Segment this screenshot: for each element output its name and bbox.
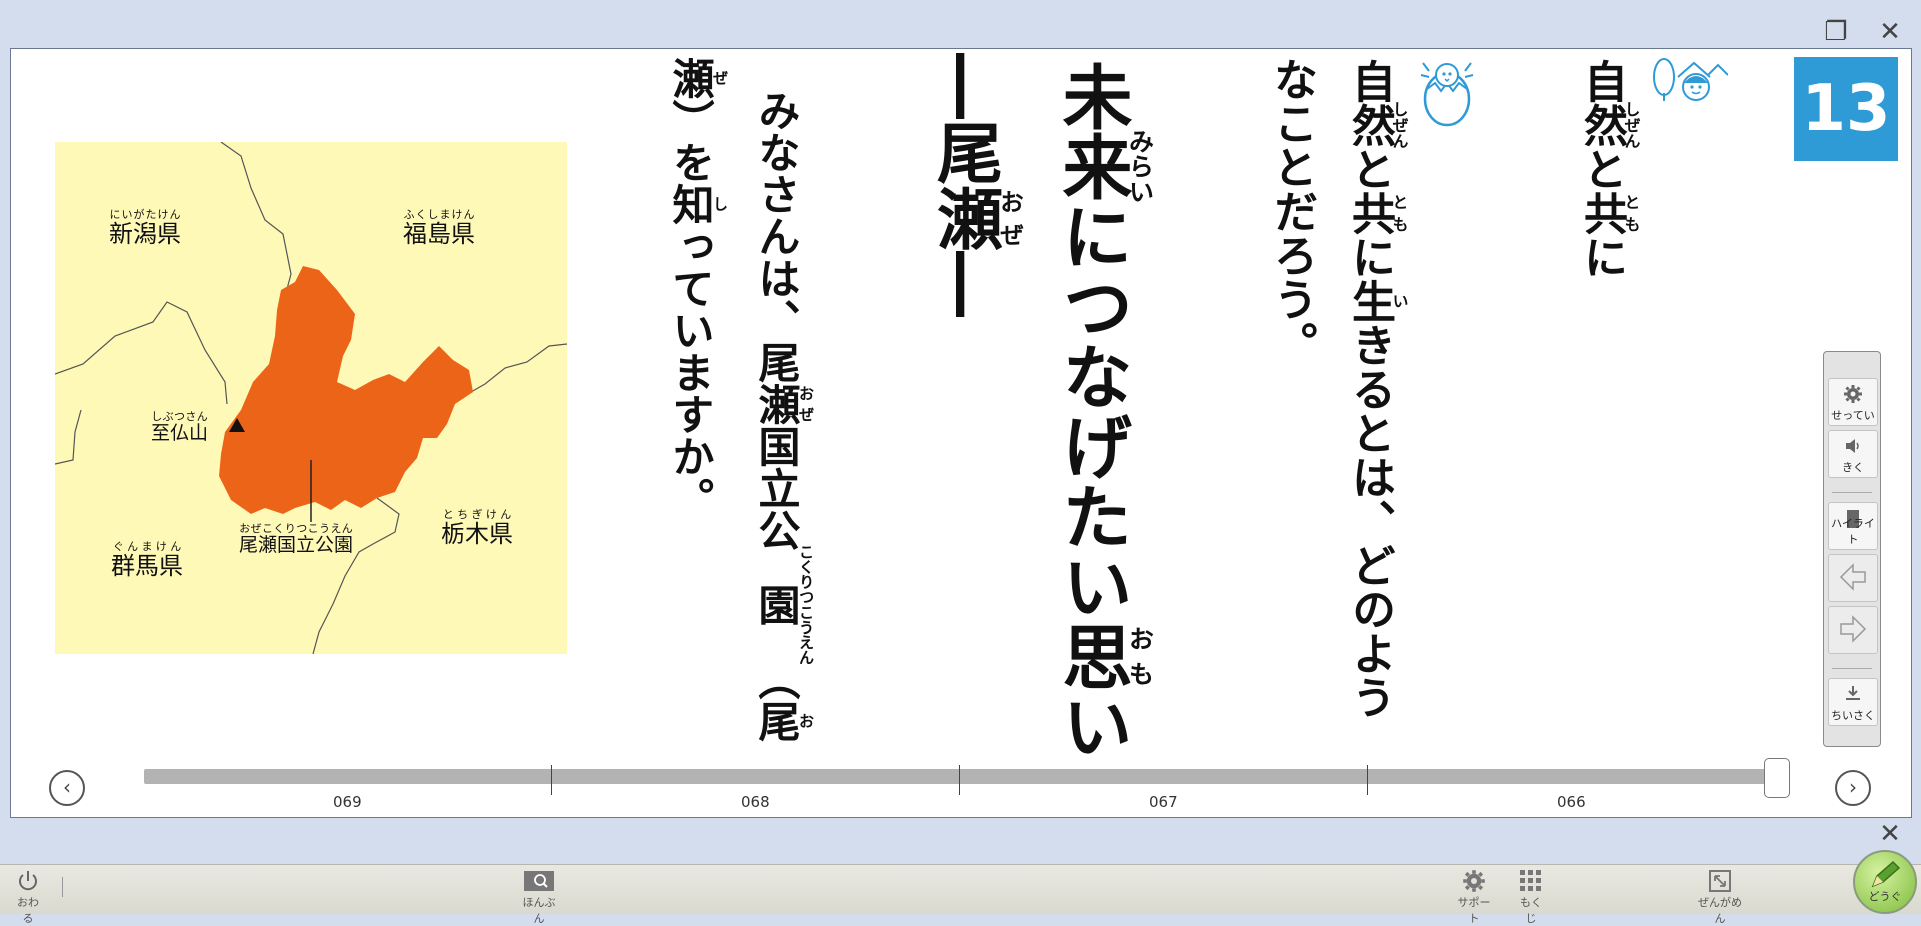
label-gunma: 群馬県ぐんまけん <box>111 540 183 580</box>
power-icon <box>19 871 37 891</box>
ruby-segment: 共とも <box>1576 191 1641 235</box>
page-slider-thumb[interactable] <box>1764 758 1790 798</box>
chevron-left-icon: ‹ <box>63 775 71 799</box>
text-segment: ）を <box>666 99 715 183</box>
tree-and-child-icon <box>1653 58 1728 101</box>
settings-button[interactable]: せってい <box>1828 378 1878 426</box>
ruby-segment: 然しぜん <box>1576 101 1641 149</box>
ruby-segment: 然しぜん <box>1344 101 1409 149</box>
honbun-button[interactable]: ほんぶん <box>518 869 560 926</box>
page-number-badge: 13 <box>1794 57 1898 161</box>
text-segment: 尾 <box>752 341 801 383</box>
text-segment: 国 <box>752 425 801 467</box>
question-line-2: なことだろう。 <box>1266 57 1317 365</box>
egg-bird-icon <box>1420 62 1474 127</box>
text-segment: きるとは、どのよう <box>1344 323 1395 719</box>
ruby-segment: 瀬おぜ <box>926 185 1024 251</box>
gear-icon <box>1463 870 1485 892</box>
page-viewer: 13 自然しぜんと共ともに 自然しぜんと共ともに生いきるとは、どのよう なことだ… <box>10 48 1912 818</box>
fullscreen-icon <box>1709 870 1731 892</box>
arrow-right-icon <box>1840 615 1867 643</box>
quit-button[interactable]: おわる <box>12 869 44 926</box>
text-segment: 立 <box>752 467 801 509</box>
next-arrow-button[interactable] <box>1828 606 1878 654</box>
ruby-segment: 瀬ぜ <box>666 57 729 99</box>
bottom-toolbar: おわる ほんぶん サポート もくじ ぜんがめん <box>0 864 1921 925</box>
slider-tick <box>1367 765 1368 795</box>
text-segment: （ <box>752 657 801 700</box>
grid-icon <box>1520 870 1541 891</box>
tick-label-068: 068 <box>741 793 770 811</box>
download-shrink-icon <box>1846 686 1860 700</box>
tick-label-069: 069 <box>333 793 362 811</box>
restore-window-button[interactable]: ❐ <box>1822 18 1850 46</box>
question-line-1: 自然しぜんと共ともに生いきるとは、どのよう <box>1344 59 1409 719</box>
text-segment: に <box>1576 235 1627 279</box>
ruby-segment: 思おも <box>1051 621 1155 691</box>
close-window-button[interactable]: ✕ <box>1876 18 1904 46</box>
text-segment: につなげたい <box>1051 201 1133 621</box>
chapter-title: 未来みらいにつなげたい思おもい <box>1051 61 1155 761</box>
slider-tick <box>551 765 552 795</box>
chevron-right-icon: › <box>1849 775 1857 799</box>
ruby-segment: 瀬おぜ <box>752 383 815 425</box>
label-shibutsu-mountain: 至仏山しぶつさん <box>151 410 209 444</box>
support-button[interactable]: サポート <box>1454 869 1494 926</box>
text-segment: 自 <box>1576 59 1627 103</box>
label-tochigi: 栃木県とちぎけん <box>441 508 513 548</box>
slider-tick <box>959 765 960 795</box>
text-segment: っていますか。 <box>666 225 715 519</box>
text-segment: と <box>1344 147 1395 191</box>
chapter-subtitle: ―尾瀬おぜ― <box>926 53 1024 317</box>
oze-map: 新潟県にいがたけん 福島県ふくしまけん 至仏山しぶつさん 尾瀬国立公園おぜこくり… <box>54 141 568 655</box>
speaker-icon <box>1846 439 1859 453</box>
ruby-segment: 来みらい <box>1051 128 1155 204</box>
header-title: 自然しぜんと共ともに <box>1576 59 1641 279</box>
text-segment: みなさんは、 <box>752 89 801 341</box>
tick-label-067: 067 <box>1149 793 1178 811</box>
tick-label-066: 066 <box>1557 793 1586 811</box>
ruby-segment: 尾お <box>752 699 815 742</box>
text-segment: 尾 <box>926 119 1003 185</box>
ruby-segment: 生い <box>1344 279 1409 323</box>
gear-icon <box>1844 385 1862 403</box>
text-segment: ― <box>926 53 1003 119</box>
tool-panel: せってい きく ハイライト ちいさく <box>1823 351 1881 747</box>
ruby-segment: 知し <box>666 183 729 225</box>
listen-button[interactable]: きく <box>1828 430 1878 478</box>
label-fukushima: 福島県ふくしまけん <box>403 208 475 248</box>
pencil-icon <box>1871 860 1901 888</box>
text-segment: に <box>1344 235 1395 279</box>
text-segment: ― <box>926 251 1003 317</box>
highlight-button[interactable]: ハイライト <box>1828 502 1878 550</box>
slider-next-button[interactable]: › <box>1835 770 1871 806</box>
text-segment: と <box>1576 147 1627 191</box>
zoom-page-icon <box>524 871 554 891</box>
text-segment: なことだろう。 <box>1266 57 1317 365</box>
body-line-2: 瀬ぜ）を知しっていますか。 <box>666 57 729 519</box>
shrink-button[interactable]: ちいさく <box>1828 678 1878 726</box>
slider-prev-button[interactable]: ‹ <box>49 770 85 806</box>
dougu-tool-button[interactable]: どうぐ <box>1853 850 1917 914</box>
mokuji-button[interactable]: もくじ <box>1516 869 1546 926</box>
arrow-left-icon <box>1839 563 1866 591</box>
previous-arrow-button[interactable] <box>1828 554 1878 602</box>
close-toolbar-button[interactable]: ✕ <box>1876 820 1904 848</box>
page-slider-track[interactable] <box>144 769 1788 784</box>
zengamen-button[interactable]: ぜんがめん <box>1696 869 1744 926</box>
label-oze-park: 尾瀬国立公園おぜこくりつこうえん <box>239 522 354 556</box>
ruby-segment: 園こくりつこうえん <box>752 544 815 665</box>
text-segment: 未 <box>1051 61 1133 131</box>
label-niigata: 新潟県にいがたけん <box>109 208 181 248</box>
ruby-segment: 共とも <box>1344 191 1409 235</box>
body-line-1: みなさんは、尾瀬おぜ国立公園こくりつこうえん（尾お <box>752 89 815 742</box>
text-segment: 自 <box>1344 59 1395 103</box>
text-segment: い <box>1051 691 1133 761</box>
